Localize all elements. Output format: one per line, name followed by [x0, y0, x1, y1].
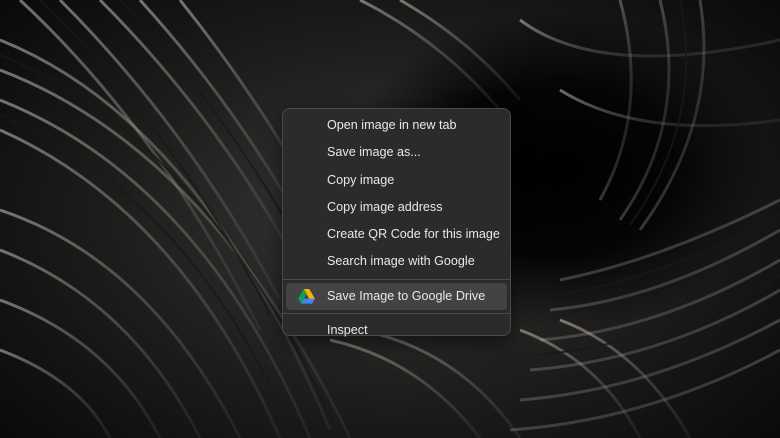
menu-item-save-to-google-drive[interactable]: Save Image to Google Drive	[286, 282, 507, 311]
menu-item-create-qr-code[interactable]: Create QR Code for this image	[286, 221, 507, 248]
menu-item-copy-image-address[interactable]: Copy image address	[286, 194, 507, 221]
menu-item-open-image-new-tab[interactable]: Open image in new tab	[286, 112, 507, 139]
menu-separator	[283, 278, 510, 280]
google-drive-icon	[298, 288, 315, 304]
menu-separator	[283, 313, 510, 315]
menu-item-copy-image[interactable]: Copy image	[286, 167, 507, 194]
desktop-background: Open image in new tab Save image as... C…	[0, 0, 780, 438]
menu-item-label: Save Image to Google Drive	[327, 288, 486, 303]
image-context-menu: Open image in new tab Save image as... C…	[282, 108, 511, 337]
menu-item-search-image-google[interactable]: Search image with Google	[286, 248, 507, 275]
menu-item-inspect[interactable]: Inspect	[286, 317, 507, 344]
menu-item-save-image-as[interactable]: Save image as...	[286, 139, 507, 166]
